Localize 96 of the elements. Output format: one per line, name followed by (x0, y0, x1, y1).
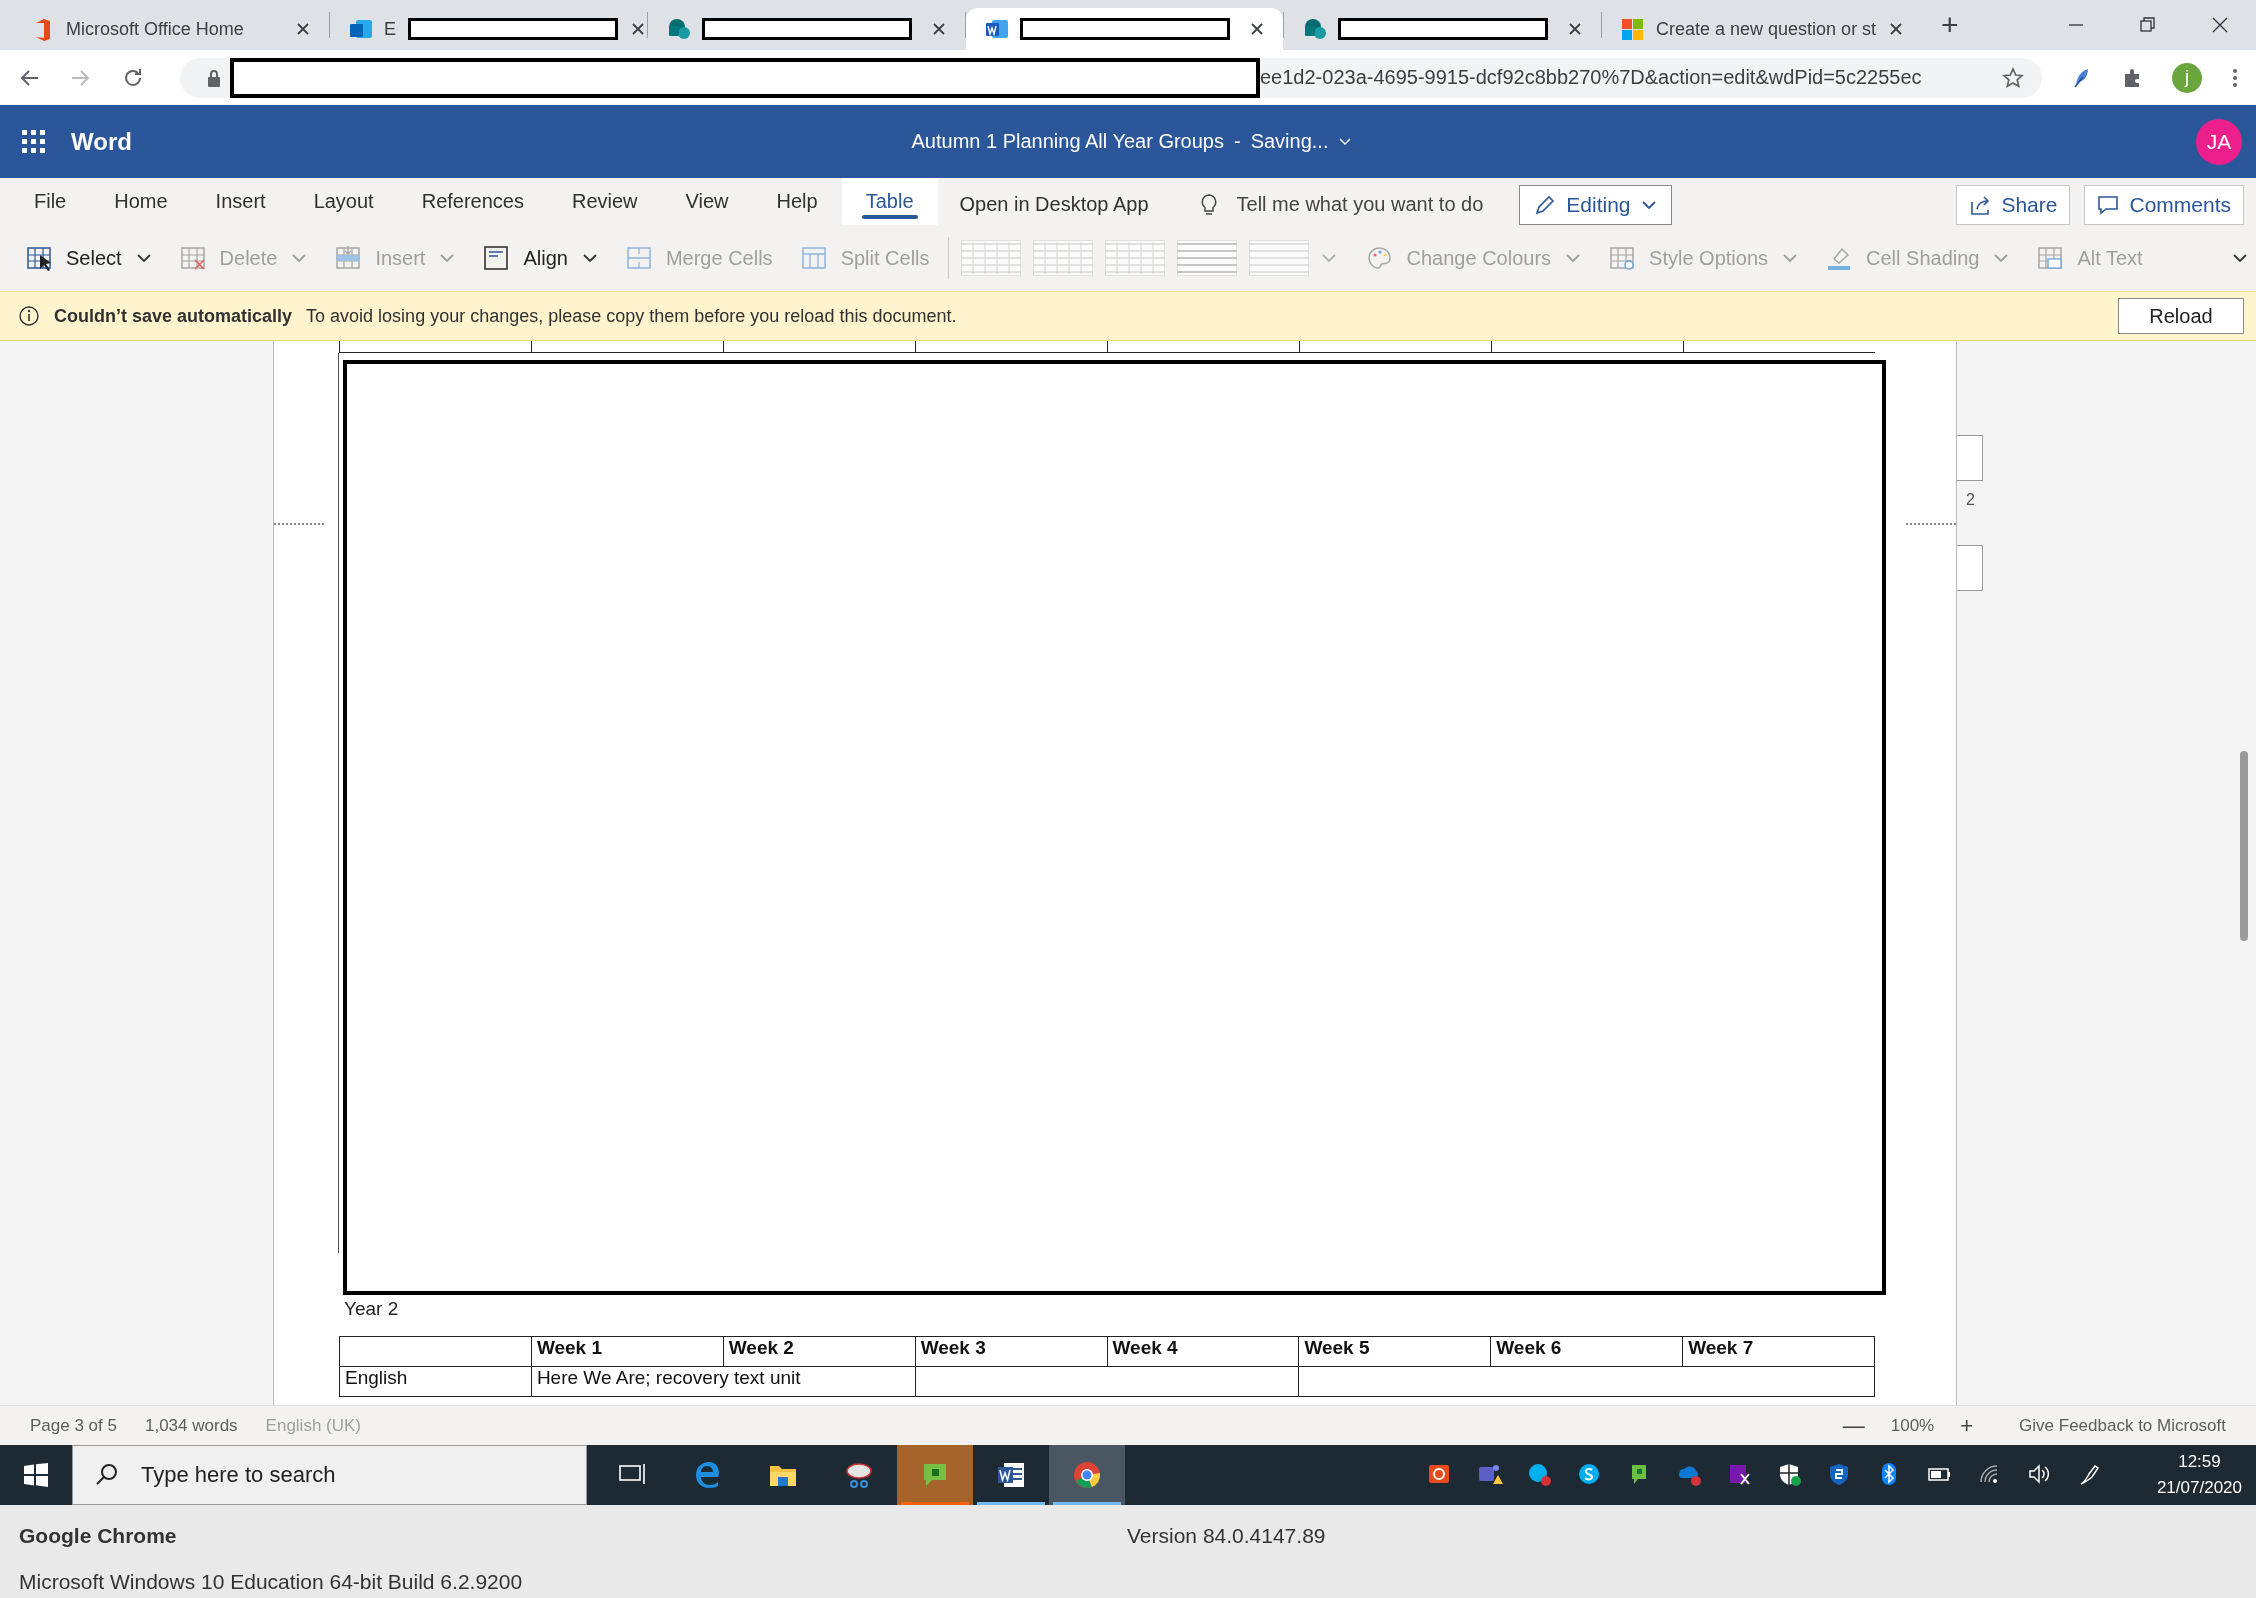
table-cell: Here We Are; recovery text unit (531, 1366, 916, 1397)
column-header: Week 5 (1298, 1336, 1491, 1367)
page-count: Page 3 of 5 (30, 1415, 117, 1436)
ribbon-tab[interactable]: Insert (191, 178, 290, 225)
alt-text-icon (2037, 245, 2064, 271)
search-icon (95, 1463, 119, 1487)
close-icon[interactable] (1888, 21, 1905, 37)
app-icon (984, 17, 1008, 41)
ribbon-tab[interactable]: Home (90, 178, 192, 225)
ribbon-tab[interactable]: Review (547, 178, 662, 225)
close-icon[interactable] (295, 21, 311, 37)
taskbar-search-field[interactable]: Type here to search (72, 1445, 587, 1505)
comments-button[interactable]: Comments (2084, 184, 2244, 225)
more-icon[interactable] (2232, 67, 2238, 88)
editing-mode-button[interactable]: Editing (1519, 184, 1672, 225)
table-delete-icon (179, 245, 206, 271)
bookmark-star-icon[interactable] (2002, 66, 2024, 89)
zoom-out-button[interactable]: — (1842, 1412, 1865, 1439)
table-insert-icon (335, 245, 362, 271)
table-gear-icon (1609, 245, 1636, 271)
collapse-ribbon-icon[interactable] (2232, 251, 2248, 265)
app-name: Word (71, 127, 132, 156)
app-launcher-icon[interactable] (22, 130, 45, 153)
paint-bucket-icon (1826, 245, 1853, 271)
document-title[interactable]: Autumn 1 Planning All Year Groups - Saving... (911, 130, 1353, 153)
tell-me-search[interactable]: Tell me what you want to do (1236, 193, 1484, 216)
info-icon (18, 305, 40, 327)
scissors-icon (844, 1460, 874, 1490)
app-icon (1620, 17, 1644, 41)
app-name: Google Chrome (19, 1524, 178, 1548)
split-cells-icon (800, 245, 827, 271)
page-number: 2 (1966, 491, 1975, 509)
column-header: Week 4 (1107, 1336, 1299, 1367)
table-cell: English (339, 1366, 532, 1397)
notice-message: To avoid losing your changes, please copy them before you reload this document. (306, 305, 957, 327)
column-header: Week 1 (531, 1336, 724, 1367)
address-bar[interactable]: ee1d2-023a-4695-9915-dcf92c8bb270%7D&action=edit&wdPid=5c2255ec (180, 57, 2042, 98)
close-icon[interactable] (1249, 21, 1265, 37)
zoom-level[interactable]: 100% (1890, 1415, 1935, 1436)
app-icon (1302, 17, 1326, 41)
ribbon-tab[interactable]: Layout (289, 178, 398, 225)
browser-tab[interactable] (966, 8, 1283, 50)
chrome-icon (1072, 1460, 1102, 1490)
toolbar-button[interactable]: Align (483, 245, 598, 271)
new-tab-button[interactable]: + (1941, 8, 1959, 42)
chevron-down-icon (1320, 251, 1337, 265)
version-text: Version 84.0.4147.89 (1127, 1524, 1327, 1548)
ribbon-tab[interactable]: File (10, 178, 91, 225)
ribbon-tab[interactable]: Table (841, 178, 938, 225)
align-icon (483, 245, 510, 271)
os-info: Microsoft Windows 10 Education 64-bit Build 6.2.9200 (19, 1570, 524, 1594)
ribbon-tab[interactable]: References (397, 178, 548, 225)
column-header: Week 7 (1682, 1336, 1875, 1367)
comment-marker[interactable] (1957, 545, 1983, 591)
close-icon[interactable] (630, 21, 646, 37)
ribbon-tab[interactable]: Help (752, 178, 842, 225)
close-icon[interactable] (931, 21, 947, 37)
column-header: Week 2 (723, 1336, 916, 1367)
share-icon (1969, 193, 1992, 216)
tab-title: Create a new question or st (1656, 18, 1877, 40)
puzzle-icon[interactable] (2122, 66, 2142, 89)
tab-title: E (384, 18, 396, 40)
reload-icon[interactable] (122, 66, 144, 89)
column-header: Week 3 (915, 1336, 1107, 1367)
browser-tab[interactable]: Microsoft Office Home (12, 8, 329, 50)
notice-title: Couldn’t save automatically (54, 305, 293, 327)
column-header: Week 6 (1490, 1336, 1683, 1367)
comment-marker[interactable] (1957, 435, 1983, 481)
open-in-desktop-link[interactable]: Open in Desktop App (959, 178, 1149, 225)
feedback-link[interactable]: Give Feedback to Microsoft (2019, 1415, 2226, 1436)
url-text: ee1d2-023a-4695-9915-dcf92c8bb270%7D&action=edit&wdPid=5c2255ec (1260, 66, 1922, 89)
taskbar-clock[interactable]: 12:59 21/07/2020 (2156, 1449, 2242, 1501)
scrollbar-thumb[interactable] (2240, 751, 2248, 941)
close-icon[interactable] (1567, 21, 1583, 37)
toolbar-button[interactable]: Select (26, 245, 152, 271)
windows-start-icon[interactable] (24, 1463, 48, 1487)
user-avatar[interactable]: JA (2196, 118, 2242, 165)
comment-icon (2097, 193, 2120, 216)
table-caption: Year 2 (344, 1298, 399, 1320)
zoom-in-button[interactable]: + (1960, 1412, 1974, 1439)
app-icon (348, 17, 372, 41)
lock-icon (206, 68, 222, 87)
palette-icon (1366, 245, 1393, 271)
app-icon (666, 17, 690, 41)
tab-title: Microsoft Office Home (66, 18, 244, 40)
share-button[interactable]: Share (1956, 184, 2071, 225)
merge-cells-icon (625, 245, 652, 271)
reload-button[interactable]: Reload (2118, 298, 2244, 334)
chevron-down-icon (1338, 136, 1353, 147)
table-select-icon (26, 245, 52, 271)
ribbon-tab[interactable]: View (661, 178, 753, 225)
pencil-icon (1534, 193, 1557, 216)
browser-tab[interactable]: E (330, 8, 647, 50)
word-count: 1,034 words (144, 1415, 238, 1436)
word-app-icon (996, 1460, 1026, 1490)
browser-tab[interactable]: Create a new question or st (1602, 8, 1919, 50)
